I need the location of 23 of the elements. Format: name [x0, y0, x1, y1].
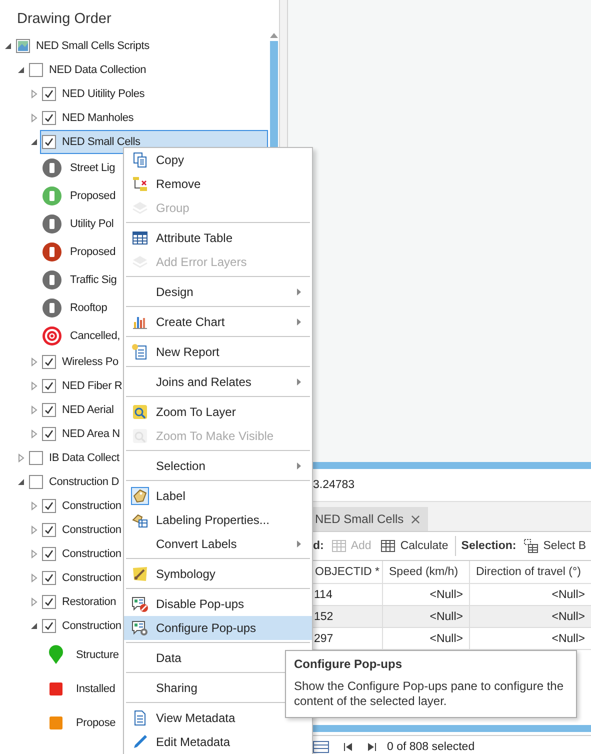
tooltip-text: Show the Configure Pop-ups pane to configure the content of the selected layer. [294, 679, 565, 709]
toolbar-label: Selection: [461, 540, 516, 552]
table-cell: <Null> [383, 628, 470, 649]
toolbar-label: d: [313, 540, 324, 552]
table-cell: <Null> [383, 606, 470, 627]
symbol-label: Propose [76, 717, 116, 729]
symbol-label: Installed [76, 683, 116, 695]
table-cell-text: <Null> [550, 610, 586, 624]
symbol-label: Traffic Sig [70, 274, 117, 286]
table-cell-text: <Null> [550, 588, 586, 602]
table-cell-text: <Null> [550, 632, 586, 646]
symbol-label: Proposed [70, 246, 116, 258]
symbol-label: Cancelled, [70, 330, 120, 342]
symbol-label: Street Lig [70, 162, 116, 174]
symbol-label: Rooftop [70, 302, 108, 314]
tooltip-title: Configure Pop-ups [294, 657, 403, 671]
table-cell: <Null> [383, 584, 470, 605]
selection-count: 0 of 808 selected [387, 741, 475, 753]
symbol-label: Proposed [70, 190, 116, 202]
panel-title: Drawing Order [16, 10, 112, 29]
symbol-label: Utility Pol [70, 218, 114, 230]
coordinates-text: 3.24783 [313, 479, 355, 491]
symbol-label: Structure [76, 649, 119, 661]
